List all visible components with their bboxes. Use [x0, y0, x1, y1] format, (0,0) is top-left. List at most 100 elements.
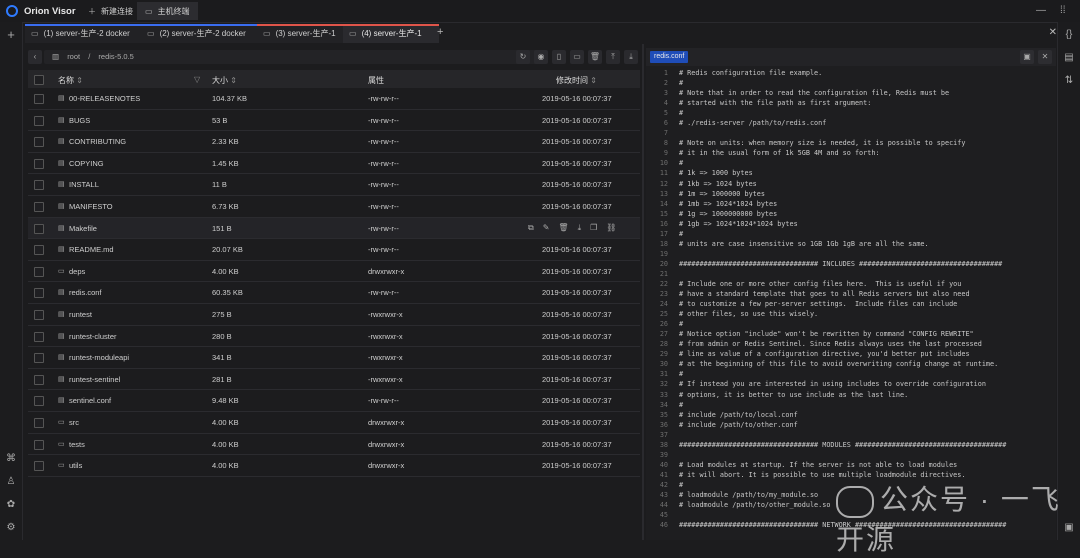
row-checkbox[interactable] — [34, 374, 44, 385]
file-permission[interactable]: -rw-rw-r-- — [368, 396, 399, 405]
row-checkbox[interactable] — [34, 461, 44, 472]
table-row[interactable]: ▭ src 4.00 KB drwxrwxr-x 2019-05-16 00:07:37 — [28, 412, 640, 434]
file-permission[interactable]: drwxrwxr-x — [368, 461, 404, 470]
file-permission[interactable]: -rwxrwxr-x — [368, 353, 403, 362]
table-row[interactable]: ▤ CONTRIBUTING 2.33 KB -rw-rw-r-- 2019-05-16… — [28, 131, 640, 153]
command-icon[interactable]: ⌘ — [4, 452, 18, 466]
file-name[interactable]: sentinel.conf — [69, 396, 111, 405]
sort-icon[interactable]: ⇕ — [590, 76, 597, 85]
breadcrumb[interactable]: ▥ root / redis-5.0.5 — [44, 50, 538, 64]
row-checkbox[interactable] — [34, 266, 44, 277]
row-checkbox[interactable] — [34, 137, 44, 148]
file-name[interactable]: utils — [69, 461, 82, 470]
download-icon[interactable]: ⤓ — [578, 223, 582, 232]
file-name[interactable]: redis.conf — [69, 288, 102, 297]
sort-icon[interactable]: ⇕ — [230, 76, 237, 85]
save-icon[interactable]: ▣ — [1020, 50, 1034, 64]
row-checkbox[interactable] — [34, 353, 44, 364]
table-row[interactable]: ▤ runtest-cluster 280 B -rwxrwxr-x 2019-05-1… — [28, 326, 640, 348]
file-name[interactable]: BUGS — [69, 116, 90, 125]
table-row[interactable]: ▤ MANIFESTO 6.73 KB -rw-rw-r-- 2019-05-16 00… — [28, 196, 640, 218]
table-row[interactable]: ▭ tests 4.00 KB drwxrwxr-x 2019-05-16 00:07:… — [28, 434, 640, 456]
row-checkbox[interactable] — [34, 201, 44, 212]
header-size[interactable]: 大小 ⇕ — [212, 75, 237, 86]
split-handle[interactable] — [642, 44, 644, 540]
eye-icon[interactable]: ◉ — [534, 50, 548, 64]
sort-icon[interactable]: ⇕ — [76, 76, 83, 85]
file-permission[interactable]: -rw-rw-r-- — [368, 94, 399, 103]
file-name[interactable]: src — [69, 418, 79, 427]
file-permission[interactable]: drwxrwxr-x — [368, 267, 404, 276]
row-checkbox[interactable] — [34, 245, 44, 256]
file-permission[interactable]: -rwxrwxr-x — [368, 332, 403, 341]
table-row[interactable]: ▤ INSTALL 11 B -rw-rw-r-- 2019-05-16 00:07:3… — [28, 174, 640, 196]
file-name[interactable]: README.md — [69, 245, 114, 254]
copy-icon[interactable]: ⧉ — [528, 223, 534, 232]
session-tab-4[interactable]: ▭ (4) server-生产-1 — [343, 24, 439, 43]
settings-icon[interactable]: ⚙ — [4, 521, 18, 535]
file-permission[interactable]: -rwxrwxr-x — [368, 375, 403, 384]
file-permission[interactable]: -rw-rw-r-- — [368, 159, 399, 168]
tab-new-connection[interactable]: ＋ 新建连接 — [80, 2, 141, 20]
tab-host-terminal[interactable]: ▭ 主机终端 — [137, 2, 198, 20]
table-row[interactable]: ▭ utils 4.00 KB drwxrwxr-x 2019-05-16 00:07:… — [28, 455, 640, 477]
transfer-icon[interactable]: ⇅ — [1062, 74, 1076, 88]
delete-icon[interactable]: 🗑︎ — [558, 223, 568, 232]
duplicate-icon[interactable]: ❐ — [590, 223, 597, 232]
file-name[interactable]: COPYING — [69, 159, 104, 168]
path-segment[interactable]: root — [67, 52, 80, 61]
table-row[interactable]: ▭ deps 4.00 KB drwxrwxr-x 2019-05-16 00:07:3… — [28, 261, 640, 283]
table-row[interactable]: ▤ Makefile 151 B -rw-rw-r-- ⧉ ✎ 🗑︎ ⤓ ❐ ⛓ — [28, 217, 640, 240]
new-file-icon[interactable]: ▯ — [552, 50, 566, 64]
refresh-icon[interactable]: ↻ — [516, 50, 530, 64]
file-permission[interactable]: -rw-rw-r-- — [368, 224, 399, 233]
file-name[interactable]: CONTRIBUTING — [69, 137, 126, 146]
file-name[interactable]: 00-RELEASENOTES — [69, 94, 140, 103]
row-checkbox[interactable] — [34, 158, 44, 169]
table-row[interactable]: ▤ runtest 275 B -rwxrwxr-x 2019-05-16 00:07:… — [28, 304, 640, 326]
add-session-icon[interactable]: + — [437, 26, 443, 38]
row-checkbox[interactable] — [34, 94, 44, 104]
file-permission[interactable]: -rw-rw-r-- — [368, 202, 399, 211]
row-checkbox[interactable] — [34, 439, 44, 450]
delete-icon[interactable]: 🗑︎ — [588, 50, 602, 64]
table-row[interactable]: ▤ 00-RELEASENOTES 104.37 KB -rw-rw-r-- 2019-… — [28, 88, 640, 110]
file-permission[interactable]: drwxrwxr-x — [368, 440, 404, 449]
edit-icon[interactable]: ✎ — [543, 223, 550, 232]
back-icon[interactable]: ‹ — [28, 50, 42, 64]
add-icon[interactable]: + — [4, 28, 18, 42]
row-checkbox[interactable] — [34, 331, 44, 342]
new-folder-icon[interactable]: ▭ — [570, 50, 584, 64]
table-row[interactable]: ▤ BUGS 53 B -rw-rw-r-- 2019-05-16 00:07:37 — [28, 110, 640, 132]
path-segment[interactable]: redis-5.0.5 — [98, 52, 133, 61]
file-name[interactable]: Makefile — [69, 224, 97, 233]
table-row[interactable]: ▤ runtest-sentinel 281 B -rwxrwxr-x 2019-05-… — [28, 369, 640, 391]
file-name[interactable]: INSTALL — [69, 180, 99, 189]
table-row[interactable]: ▤ runtest-moduleapi 341 B -rwxrwxr-x 2019-05… — [28, 347, 640, 369]
file-permission[interactable]: -rw-rw-r-- — [368, 137, 399, 146]
header-mtime[interactable]: 修改时间 ⇕ — [556, 75, 597, 86]
grid-icon[interactable]: ⁞⁞ — [1060, 5, 1066, 16]
file-permission[interactable]: -rw-rw-r-- — [368, 245, 399, 254]
file-name[interactable]: runtest — [69, 310, 92, 319]
file-name[interactable]: deps — [69, 267, 85, 276]
table-row[interactable]: ▤ sentinel.conf 9.48 KB -rw-rw-r-- 2019-05-1… — [28, 390, 640, 412]
filter-icon[interactable]: ▽ — [194, 75, 200, 84]
table-row[interactable]: ▤ COPYING 1.45 KB -rw-rw-r-- 2019-05-16 00:0… — [28, 153, 640, 175]
user-icon[interactable]: ♙ — [4, 475, 18, 489]
close-session-icon[interactable]: ✕ — [1049, 27, 1057, 38]
download-icon[interactable]: ⤓ — [624, 50, 638, 64]
row-checkbox[interactable] — [34, 288, 44, 299]
file-permission[interactable]: -rw-rw-r-- — [368, 180, 399, 189]
file-name[interactable]: tests — [69, 440, 85, 449]
session-tab-3[interactable]: ▭ (3) server-生产-1 — [257, 24, 351, 43]
row-checkbox[interactable] — [34, 417, 44, 428]
file-name[interactable]: MANIFESTO — [69, 202, 113, 211]
code-area[interactable]: 1 # Redis configuration file example. 2 #3 #… — [646, 68, 1056, 540]
editor-file-tab[interactable]: redis.conf — [650, 51, 689, 63]
table-row[interactable]: ▤ README.md 20.07 KB -rw-rw-r-- 2019-05-16 0… — [28, 239, 640, 261]
row-checkbox[interactable] — [34, 223, 44, 234]
file-permission[interactable]: -rw-rw-r-- — [368, 288, 399, 297]
link-icon[interactable]: ⛓ — [606, 223, 616, 232]
file-name[interactable]: runtest-sentinel — [69, 375, 120, 384]
